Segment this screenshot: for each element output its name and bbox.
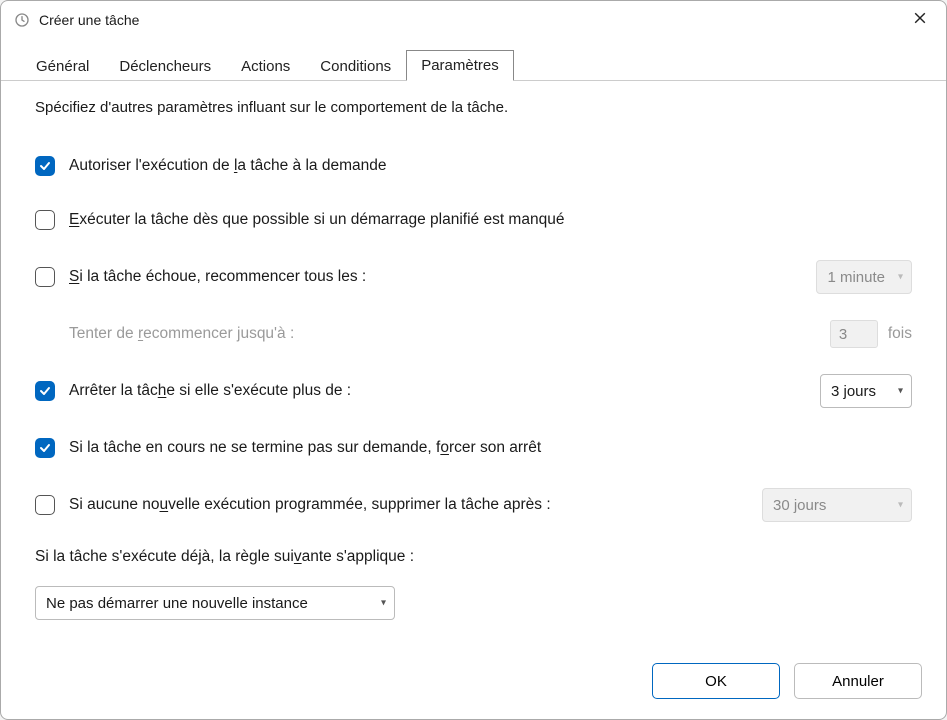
clock-icon xyxy=(13,11,31,29)
label-retry: Si la tâche échoue, recommencer tous les… xyxy=(69,268,816,286)
ok-button[interactable]: OK xyxy=(652,663,780,699)
tab-general[interactable]: Général xyxy=(21,51,104,81)
row-allow-demand: Autoriser l'exécution de la tâche à la d… xyxy=(35,152,912,180)
tab-conditions[interactable]: Conditions xyxy=(305,51,406,81)
combo-stop-after[interactable]: 3 jours ▾ xyxy=(820,374,912,408)
label-allow-demand: Autoriser l'exécution de la tâche à la d… xyxy=(69,157,912,175)
combo-delete-after: 30 jours ▾ xyxy=(762,488,912,522)
chevron-down-icon: ▾ xyxy=(381,598,386,609)
checkbox-retry[interactable] xyxy=(35,267,55,287)
row-retry: Si la tâche échoue, recommencer tous les… xyxy=(35,260,912,294)
label-delete-after: Si aucune nouvelle exécution programmée,… xyxy=(69,496,762,514)
label-stop-after: Arrêter la tâche si elle s'exécute plus … xyxy=(69,382,820,400)
combo-instance-rule[interactable]: Ne pas démarrer une nouvelle instance ▾ xyxy=(35,586,395,620)
combo-retry-interval: 1 minute ▾ xyxy=(816,260,912,294)
label-rule-intro: Si la tâche s'exécute déjà, la règle sui… xyxy=(35,548,912,566)
close-icon xyxy=(914,11,926,29)
chevron-down-icon: ▾ xyxy=(898,386,903,397)
spinner-retry-attempts: 3 xyxy=(830,320,878,348)
row-delete-after: Si aucune nouvelle exécution programmée,… xyxy=(35,488,912,522)
checkbox-force-stop[interactable] xyxy=(35,438,55,458)
checkbox-allow-demand[interactable] xyxy=(35,156,55,176)
checkbox-run-asap[interactable] xyxy=(35,210,55,230)
row-stop-after: Arrêter la tâche si elle s'exécute plus … xyxy=(35,374,912,408)
window-title: Créer une tâche xyxy=(39,12,898,28)
dialog-footer: OK Annuler xyxy=(1,647,946,719)
chevron-down-icon: ▾ xyxy=(898,500,903,511)
tab-settings[interactable]: Paramètres xyxy=(406,50,514,81)
label-force-stop: Si la tâche en cours ne se termine pas s… xyxy=(69,439,912,457)
chevron-down-icon: ▾ xyxy=(898,272,903,283)
checkbox-stop-after[interactable] xyxy=(35,381,55,401)
label-retry-attempts: Tenter de recommencer jusqu'à : xyxy=(69,325,830,343)
tab-strip: Général Déclencheurs Actions Conditions … xyxy=(1,39,946,81)
cancel-button[interactable]: Annuler xyxy=(794,663,922,699)
dialog-window: Créer une tâche Général Déclencheurs Act… xyxy=(0,0,947,720)
tab-content: Spécifiez d'autres paramètres influant s… xyxy=(1,81,946,647)
titlebar: Créer une tâche xyxy=(1,1,946,39)
label-run-asap: Exécuter la tâche dès que possible si un… xyxy=(69,211,912,229)
row-force-stop: Si la tâche en cours ne se termine pas s… xyxy=(35,434,912,462)
tab-triggers[interactable]: Déclencheurs xyxy=(104,51,226,81)
checkbox-delete-after[interactable] xyxy=(35,495,55,515)
label-retry-attempts-suffix: fois xyxy=(888,325,912,343)
close-button[interactable] xyxy=(898,5,942,35)
row-run-asap: Exécuter la tâche dès que possible si un… xyxy=(35,206,912,234)
row-retry-attempts: Tenter de recommencer jusqu'à : 3 fois xyxy=(35,320,912,348)
tab-actions[interactable]: Actions xyxy=(226,51,305,81)
settings-description: Spécifiez d'autres paramètres influant s… xyxy=(35,99,912,116)
